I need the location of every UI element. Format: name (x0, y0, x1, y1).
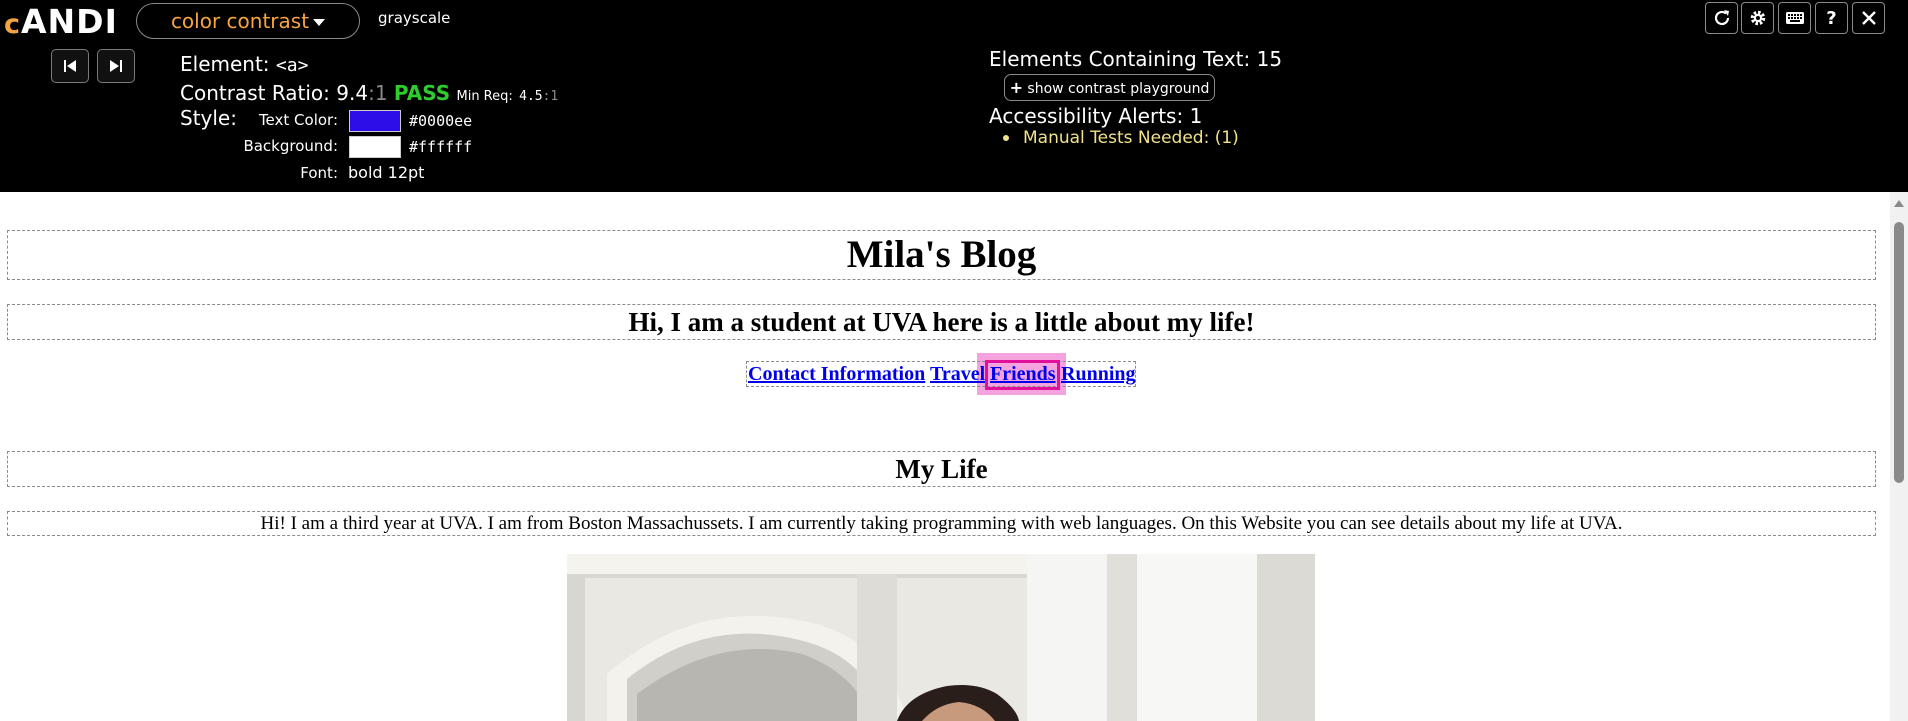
background-swatch (349, 136, 401, 158)
close-icon (1861, 11, 1876, 25)
scroll-up-arrow-icon[interactable] (1894, 200, 1904, 207)
skip-next-icon (110, 60, 122, 72)
alerts-count: 1 (1189, 104, 1203, 128)
alerts-label: Accessibility Alerts: (989, 104, 1184, 128)
focus-outline (985, 360, 1060, 390)
scroll-thumb[interactable] (1894, 222, 1904, 483)
andi-toolbar: cANDI color contrast grayscale Element: … (0, 0, 1908, 192)
contrast-ratio-info: Contrast Ratio: 9.4:1 PASS Min Req: 4.5:… (180, 81, 558, 105)
section-heading: My Life (7, 451, 1876, 487)
contrast-ratio-value: 9.4 (336, 81, 369, 105)
nav-link-travel[interactable]: Travel (930, 362, 985, 386)
element-value: <a> (275, 55, 309, 76)
keyboard-icon (1785, 12, 1804, 24)
keyboard-button[interactable] (1778, 2, 1811, 34)
min-req-label: Min Req: (456, 89, 513, 104)
element-label: Element: (180, 52, 270, 76)
mode-select-dropdown[interactable]: color contrast (136, 3, 360, 39)
page-scrollbar[interactable] (1890, 192, 1908, 721)
profile-photo (567, 554, 1315, 721)
min-req-suffix: :1 (542, 89, 559, 104)
intro-paragraph: Hi! I am a third year at UVA. I am from … (7, 511, 1876, 536)
gear-icon (1750, 10, 1765, 26)
elements-text-label: Elements Containing Text: (989, 47, 1251, 71)
alert-item-label: Manual Tests Needed: (1) (1023, 128, 1239, 148)
skip-previous-icon (64, 60, 76, 72)
andi-logo: cANDI (4, 2, 118, 41)
bullet-icon (1003, 135, 1009, 141)
alert-list-item[interactable]: Manual Tests Needed: (1) (1003, 128, 1239, 148)
text-color-label: Text Color: (258, 111, 338, 129)
contrast-ratio-suffix: :1 (368, 81, 388, 105)
help-icon: ? (1826, 7, 1837, 29)
nav-links: Contact Information Travel Friends Runni… (746, 361, 1136, 387)
background-hex: #ffffff (409, 138, 473, 156)
plus-icon: + (1009, 78, 1023, 97)
element-info: Element: <a> (180, 52, 308, 76)
min-req-value: 4.5 (519, 89, 543, 104)
logo-c: c (4, 9, 22, 40)
close-button[interactable] (1852, 2, 1885, 34)
elements-text-count: 15 (1256, 47, 1283, 71)
pass-badge: PASS (393, 81, 451, 105)
background-label: Background: (243, 137, 338, 155)
refresh-button[interactable] (1705, 2, 1738, 34)
contrast-ratio-label: Contrast Ratio: (180, 81, 330, 105)
page-content: Mila's Blog Hi, I am a student at UVA he… (0, 192, 1890, 721)
style-label: Style: (180, 106, 237, 130)
help-button[interactable]: ? (1815, 2, 1848, 34)
nav-link-contact[interactable]: Contact Information (748, 362, 925, 386)
elements-text-info: Elements Containing Text: 15 (989, 47, 1282, 71)
font-label: Font: (300, 164, 338, 182)
previous-element-button[interactable] (51, 49, 89, 83)
photo-illustration (567, 554, 1315, 721)
playground-button-label: show contrast playground (1027, 81, 1210, 97)
mode-select-label: color contrast (170, 9, 310, 33)
page-title: Mila's Blog (7, 230, 1876, 280)
text-color-hex: #0000ee (409, 112, 473, 130)
font-value: bold 12pt (348, 163, 425, 182)
caret-down-icon (313, 19, 326, 26)
show-contrast-playground-button[interactable]: + show contrast playground (1004, 74, 1215, 101)
grayscale-toggle[interactable]: grayscale (378, 9, 450, 27)
settings-button[interactable] (1741, 2, 1774, 34)
page-subtitle: Hi, I am a student at UVA here is a litt… (7, 304, 1876, 340)
refresh-icon (1714, 10, 1729, 26)
nav-link-running[interactable]: Running (1061, 362, 1136, 386)
logo-text: ANDI (21, 2, 118, 41)
next-element-button[interactable] (97, 49, 135, 83)
text-color-swatch (349, 110, 401, 132)
accessibility-alerts-info: Accessibility Alerts: 1 (989, 104, 1202, 128)
